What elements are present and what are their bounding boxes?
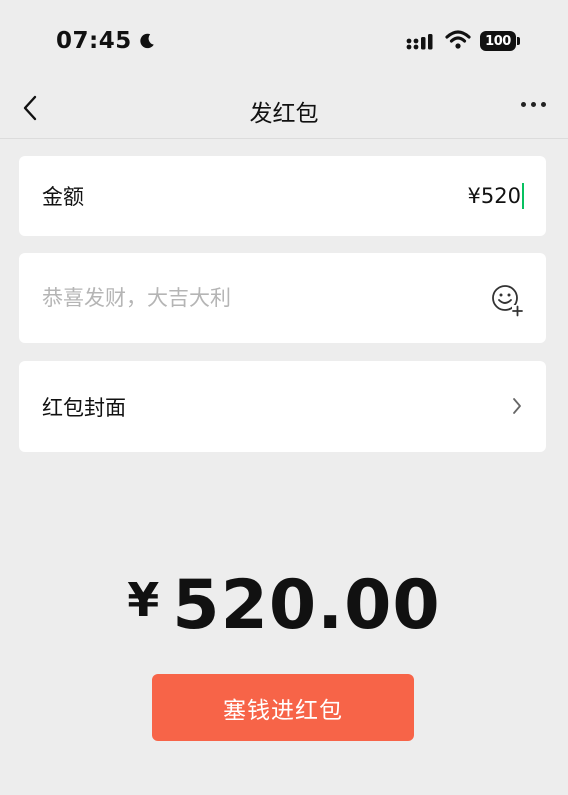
moon-icon (140, 33, 154, 49)
status-bar: 07:45 100 (0, 0, 568, 80)
greeting-input[interactable] (42, 286, 462, 310)
submit-button[interactable]: 塞钱进红包 (152, 674, 414, 741)
total-value: 520.00 (172, 566, 441, 645)
more-dots-icon[interactable] (521, 102, 546, 107)
total-currency: ¥ (127, 573, 161, 627)
amount-label: 金额 (42, 185, 84, 209)
page-title: 发红包 (249, 101, 319, 127)
emoji-add-icon[interactable] (490, 283, 524, 317)
text-cursor (522, 183, 524, 209)
amount-row[interactable]: 金额 ¥520 (19, 156, 546, 236)
message-row (19, 253, 546, 343)
status-time: 07:45 (56, 28, 156, 54)
amount-value: ¥520 (467, 184, 521, 208)
battery-icon: 100 (480, 31, 520, 51)
wifi-icon (445, 30, 471, 49)
amount-field[interactable]: ¥520 (468, 183, 524, 209)
cover-row[interactable]: 红包封面 (19, 361, 546, 452)
status-time-text: 07:45 (56, 28, 132, 54)
dot (521, 102, 526, 107)
battery-level: 100 (485, 33, 511, 49)
cover-label: 红包封面 (42, 395, 126, 420)
signal-icon (406, 34, 433, 50)
nav-bar: 发红包 (0, 80, 568, 139)
dot (541, 102, 546, 107)
total-amount: ¥520.00 (0, 566, 568, 645)
dot (531, 102, 536, 107)
chevron-right-icon (513, 398, 521, 414)
